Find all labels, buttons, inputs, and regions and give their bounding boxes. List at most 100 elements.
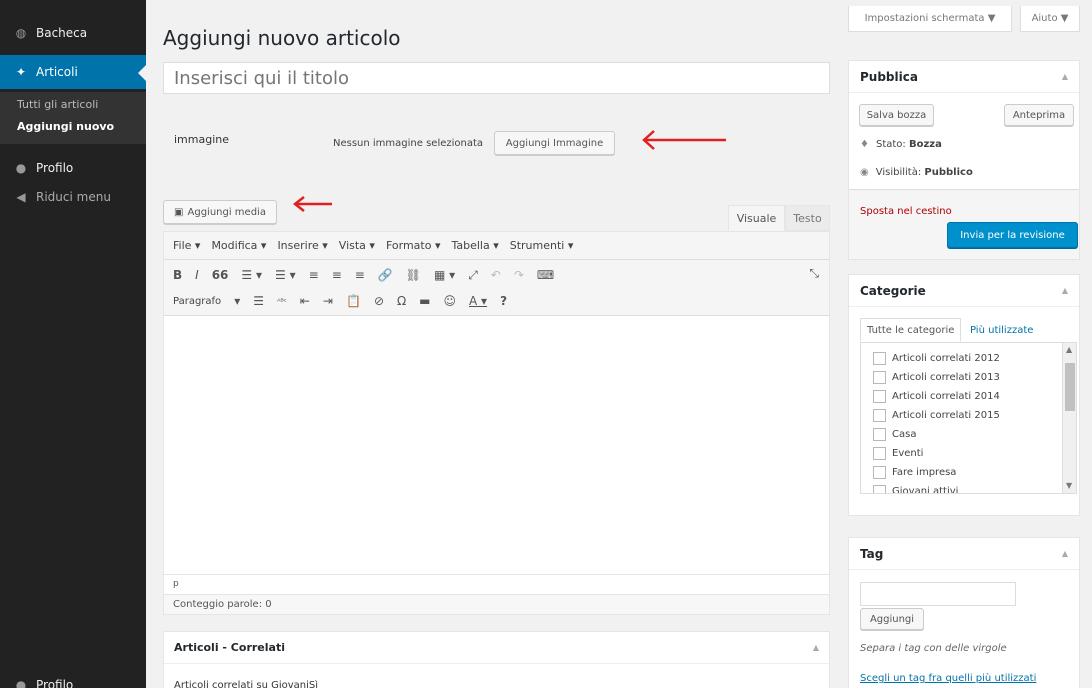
table-button[interactable]: ▦ ▾ <box>434 268 455 282</box>
tags-box: Tag ▲ Aggiungi Separa i tag con delle vi… <box>848 537 1080 688</box>
menu-formato[interactable]: Formato ▾ <box>386 239 441 252</box>
bullet-list-button[interactable]: ☰ ▾ <box>241 268 262 282</box>
menu-modifica[interactable]: Modifica ▾ <box>211 239 266 252</box>
menu-strumenti[interactable]: Strumenti ▾ <box>510 239 574 252</box>
list-item[interactable]: Articoli correlati 2012 <box>873 352 1000 365</box>
tab-visuale[interactable]: Visuale <box>728 205 785 231</box>
screen-options-button[interactable]: Impostazioni schermata ▼ <box>848 6 1012 32</box>
checkbox[interactable] <box>873 466 886 479</box>
tags-header[interactable]: Tag ▲ <box>849 538 1079 570</box>
tab-testo[interactable]: Testo <box>785 205 830 231</box>
bold-button[interactable]: B <box>173 268 182 282</box>
italic-button[interactable]: I <box>195 268 199 282</box>
redo-button[interactable]: ↷ <box>514 268 524 282</box>
expand-button[interactable]: ⤢ <box>468 268 478 283</box>
list-item[interactable]: Casa <box>873 428 916 441</box>
tag-hint: Separa i tag con delle virgole <box>860 643 1007 654</box>
submenu-item-all-posts[interactable]: Tutti gli articoli <box>17 98 98 111</box>
category-label: Articoli correlati 2013 <box>892 372 1000 383</box>
strikethrough-button[interactable]: ᴬᴮᶜ <box>277 297 287 306</box>
choose-tag-link[interactable]: Scegli un tag fra quelli più utilizzati <box>860 673 1036 684</box>
undo-button[interactable]: ↶ <box>491 268 501 282</box>
list-item[interactable]: Articoli correlati 2015 <box>873 409 1000 422</box>
media-icon: ▣ <box>174 206 184 218</box>
align-right-button[interactable]: ≡ <box>355 268 365 282</box>
tag-input[interactable] <box>860 582 1016 606</box>
list-item[interactable]: Giovani attivi <box>873 485 958 493</box>
indent-button[interactable]: ⇥ <box>323 294 333 308</box>
list-item[interactable]: Articoli correlati 2013 <box>873 371 1000 384</box>
unlink-button[interactable]: ⛓ <box>406 268 421 282</box>
outdent-button[interactable]: ⇤ <box>300 294 310 308</box>
more-tag-button[interactable]: ▬ <box>419 294 430 308</box>
submit-review-button[interactable]: Invia per la revisione <box>947 222 1078 248</box>
sidebar-item-articoli[interactable]: ✦ Articoli <box>0 55 146 89</box>
checkbox[interactable] <box>873 371 886 384</box>
sidebar-submenu: Tutti gli articoli Aggiungi nuovo <box>0 92 146 144</box>
visibility-label: Visibilità: <box>875 167 922 178</box>
scrollbar-thumb[interactable] <box>1065 363 1075 411</box>
toolbar-toggle-button[interactable]: ⌨ <box>537 268 554 282</box>
checkbox[interactable] <box>873 428 886 441</box>
list-item[interactable]: Fare impresa <box>873 466 956 479</box>
help-button[interactable]: Aiuto ▼ <box>1020 6 1080 32</box>
format-dropdown-icon[interactable]: ▾ <box>234 294 240 308</box>
format-select[interactable]: Paragrafo <box>173 296 221 307</box>
sidebar-item-collapse[interactable]: ◀ Riduci menu <box>0 180 146 214</box>
no-image-text: Nessun immagine selezionata <box>333 138 484 149</box>
editor-menubar: File ▾ Modifica ▾ Inserire ▾ Vista ▾ For… <box>164 232 829 260</box>
tab-all-categories[interactable]: Tutte le categorie <box>860 318 962 342</box>
collapse-arrow-icon[interactable]: ▲ <box>1062 549 1068 558</box>
clear-format-button[interactable]: ⊘ <box>374 294 384 308</box>
checkbox[interactable] <box>873 352 886 365</box>
help-icon[interactable]: ? <box>500 294 507 308</box>
checkbox[interactable] <box>873 485 886 493</box>
category-label: Articoli correlati 2012 <box>892 353 1000 364</box>
save-draft-button[interactable]: Salva bozza <box>859 104 934 126</box>
trash-link[interactable]: Sposta nel cestino <box>860 206 952 217</box>
align-left-button[interactable]: ≡ <box>309 268 319 282</box>
add-image-button[interactable]: Aggiungi Immagine <box>494 131 615 155</box>
collapse-arrow-icon[interactable]: ▲ <box>1062 286 1068 295</box>
link-button[interactable]: 🔗 <box>378 268 393 282</box>
hr-button[interactable]: ☰ <box>253 294 264 308</box>
preview-button[interactable]: Anteprima <box>1004 104 1074 126</box>
text-color-button[interactable]: A ▾ <box>469 294 487 308</box>
related-posts-subtitle: Articoli correlati su GiovaniSì <box>174 680 319 688</box>
numbered-list-button[interactable]: ☰ ▾ <box>275 268 296 282</box>
publish-title: Pubblica <box>860 69 918 84</box>
related-posts-box: Articoli - Correlati ▲ Articoli correlat… <box>163 631 830 688</box>
checkbox[interactable] <box>873 447 886 460</box>
add-media-button[interactable]: ▣ Aggiungi media <box>163 200 277 224</box>
add-tag-button[interactable]: Aggiungi <box>860 608 924 630</box>
fullscreen-icon[interactable]: ⤡ <box>809 266 819 281</box>
align-center-button[interactable]: ≡ <box>332 268 342 282</box>
image-field-label: immagine <box>174 133 230 146</box>
collapse-arrow-icon[interactable]: ▲ <box>813 643 819 652</box>
blockquote-button[interactable]: 66 <box>212 268 229 282</box>
emoticon-button[interactable]: ☺ <box>444 294 457 308</box>
submenu-item-add-new[interactable]: Aggiungi nuovo <box>17 120 114 133</box>
menu-tabella[interactable]: Tabella ▾ <box>451 239 498 252</box>
categories-scrollbar[interactable]: ▲ ▼ <box>1062 343 1076 493</box>
scroll-down-icon[interactable]: ▼ <box>1066 481 1072 490</box>
sidebar-item-bacheca[interactable]: ◍ Bacheca <box>0 16 146 50</box>
tab-popular-categories[interactable]: Più utilizzate <box>964 318 1039 342</box>
list-item[interactable]: Articoli correlati 2014 <box>873 390 1000 403</box>
publish-header[interactable]: Pubblica ▲ <box>849 61 1079 93</box>
menu-vista[interactable]: Vista ▾ <box>339 239 375 252</box>
checkbox[interactable] <box>873 409 886 422</box>
checkbox[interactable] <box>873 390 886 403</box>
list-item[interactable]: Eventi <box>873 447 923 460</box>
menu-file[interactable]: File ▾ <box>173 239 200 252</box>
admin-sidebar: ◍ Bacheca ✦ Articoli Tutti gli articoli … <box>0 0 146 688</box>
scroll-up-icon[interactable]: ▲ <box>1066 345 1072 354</box>
paste-text-button[interactable]: 📋 <box>346 294 361 308</box>
related-posts-header[interactable]: Articoli - Correlati ▲ <box>164 632 829 664</box>
post-title-input[interactable] <box>163 62 830 94</box>
sidebar-item-profilo-bottom[interactable]: ● Profilo <box>0 668 146 688</box>
menu-inserire[interactable]: Inserire ▾ <box>277 239 327 252</box>
collapse-arrow-icon[interactable]: ▲ <box>1062 72 1068 81</box>
categories-header[interactable]: Categorie ▲ <box>849 275 1079 307</box>
special-char-button[interactable]: Ω <box>397 294 406 308</box>
